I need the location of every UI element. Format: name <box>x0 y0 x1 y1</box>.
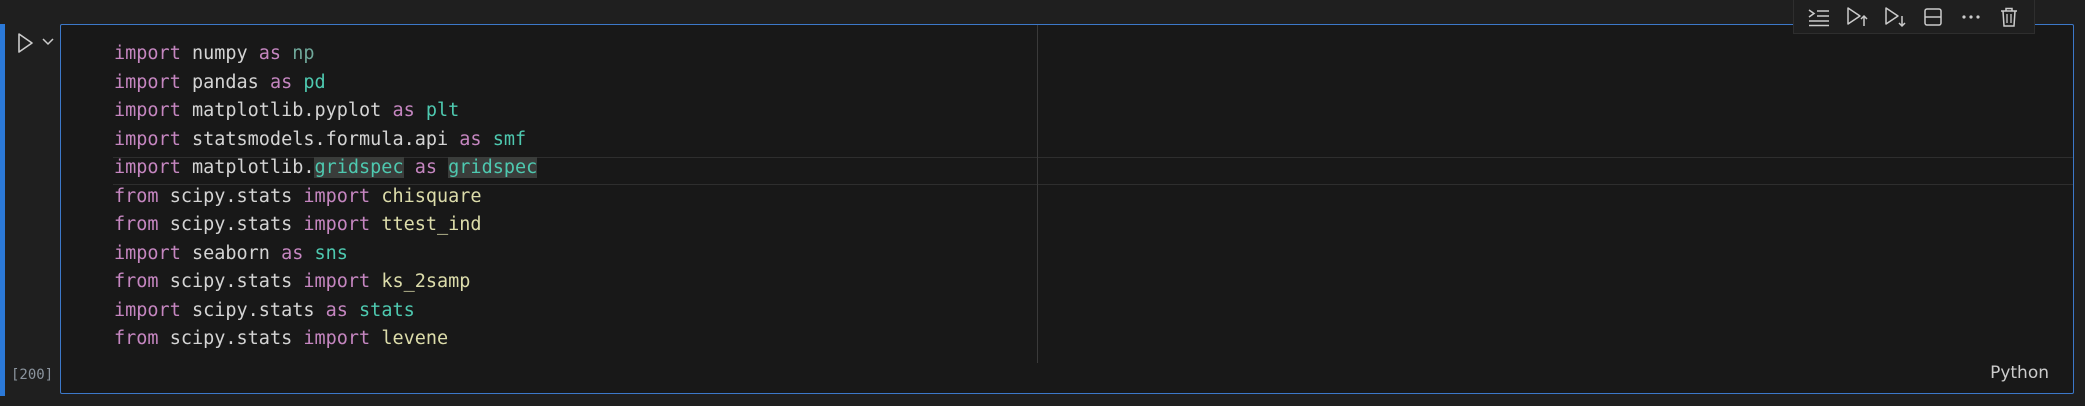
code-token: from <box>114 328 159 349</box>
code-token: seaborn <box>180 242 282 264</box>
code-token: as <box>258 43 282 64</box>
code-token: as <box>414 157 438 178</box>
code-token: import <box>114 128 181 150</box>
code-line[interactable]: import statsmodels.formula.api as smf <box>114 126 537 155</box>
code-line[interactable]: from scipy.stats import levene <box>114 325 537 354</box>
execute-above-cells-icon <box>1807 7 1831 27</box>
code-token: as <box>325 299 348 321</box>
delete-cell-icon <box>1998 6 2020 28</box>
notebook-cell-area: [200] import numpy as np import pandas as… <box>0 0 2085 406</box>
code-token: as <box>459 128 482 150</box>
code-token: numpy <box>180 43 259 64</box>
chevron-down-icon <box>41 37 55 47</box>
execution-count: [200] <box>11 367 54 383</box>
code-token: ks_2samp <box>381 271 471 292</box>
code-token: matplotlib.pyplot <box>180 100 393 121</box>
delete-cell-button[interactable] <box>1994 3 2024 31</box>
code-token: matplotlib. <box>180 157 315 178</box>
run-below-button[interactable] <box>1880 3 1910 31</box>
code-line[interactable]: import seaborn as sns <box>114 240 537 269</box>
code-line[interactable]: from scipy.stats import chisquare <box>114 183 537 212</box>
code-text[interactable]: import numpy as np import pandas as pd imp… <box>114 40 538 354</box>
editor-ruler <box>1037 25 1038 363</box>
code-line[interactable]: import matplotlib.pyplot as plt <box>114 97 537 126</box>
cell-focus-indicator <box>0 24 5 396</box>
run-above-button[interactable] <box>1842 3 1872 31</box>
code-token: np <box>292 43 315 64</box>
code-token: import <box>303 214 371 235</box>
split-cell-button[interactable] <box>1918 3 1948 31</box>
run-cell-button[interactable] <box>12 30 38 56</box>
code-token: scipy.stats <box>158 328 304 349</box>
run-options-dropdown[interactable] <box>40 34 56 50</box>
code-token: smf <box>492 128 527 150</box>
more-actions-icon <box>1960 6 1982 28</box>
cell-toolbar <box>1793 0 2035 34</box>
code-token: statsmodels.formula.api <box>180 128 460 150</box>
code-token: from <box>114 271 159 292</box>
code-token: stats <box>359 299 415 321</box>
code-token: import <box>114 299 181 321</box>
code-token: pandas <box>180 71 270 93</box>
code-token: scipy.stats <box>158 185 304 207</box>
code-token: plt <box>425 100 460 121</box>
cell-language-indicator[interactable]: Python <box>1990 363 2049 383</box>
code-token: from <box>114 214 159 235</box>
code-line[interactable]: import numpy as np <box>114 40 537 69</box>
code-line[interactable]: import scipy.stats as stats <box>114 297 537 326</box>
code-token: import <box>303 328 371 349</box>
code-token: scipy.stats <box>158 214 304 235</box>
code-line[interactable]: import matplotlib.gridspec as gridspec <box>114 154 538 183</box>
split-cell-icon <box>1922 6 1944 28</box>
code-token: import <box>303 271 371 292</box>
code-token: ttest_ind <box>381 214 482 235</box>
code-token: gridspec <box>314 157 404 178</box>
play-icon <box>15 32 35 54</box>
code-token: import <box>114 242 181 264</box>
code-line[interactable]: from scipy.stats import ttest_ind <box>114 211 537 240</box>
code-token: import <box>114 71 181 93</box>
run-below-icon <box>1883 6 1907 28</box>
more-actions-button[interactable] <box>1956 3 1986 31</box>
code-token: gridspec <box>448 157 538 178</box>
code-line[interactable]: import pandas as pd <box>114 69 537 98</box>
code-token: import <box>114 157 181 178</box>
code-token: scipy.stats <box>158 271 304 292</box>
code-cell-editor[interactable]: import numpy as np import pandas as pd imp… <box>60 24 2074 394</box>
code-token: as <box>392 100 415 121</box>
code-token: as <box>281 242 304 264</box>
code-token: scipy.stats <box>180 299 326 321</box>
code-token: levene <box>381 328 449 349</box>
execute-above-cells-button[interactable] <box>1804 3 1834 31</box>
code-line[interactable]: from scipy.stats import ks_2samp <box>114 268 537 297</box>
code-token: pd <box>303 71 326 93</box>
code-token: import <box>114 43 181 64</box>
code-token: import <box>303 185 371 207</box>
code-token: chisquare <box>381 185 482 207</box>
code-token: import <box>114 100 181 121</box>
run-above-icon <box>1845 6 1869 28</box>
code-token: as <box>269 71 293 93</box>
code-token: from <box>114 185 159 207</box>
cell-run-controls <box>10 28 60 58</box>
code-token: sns <box>314 242 348 264</box>
